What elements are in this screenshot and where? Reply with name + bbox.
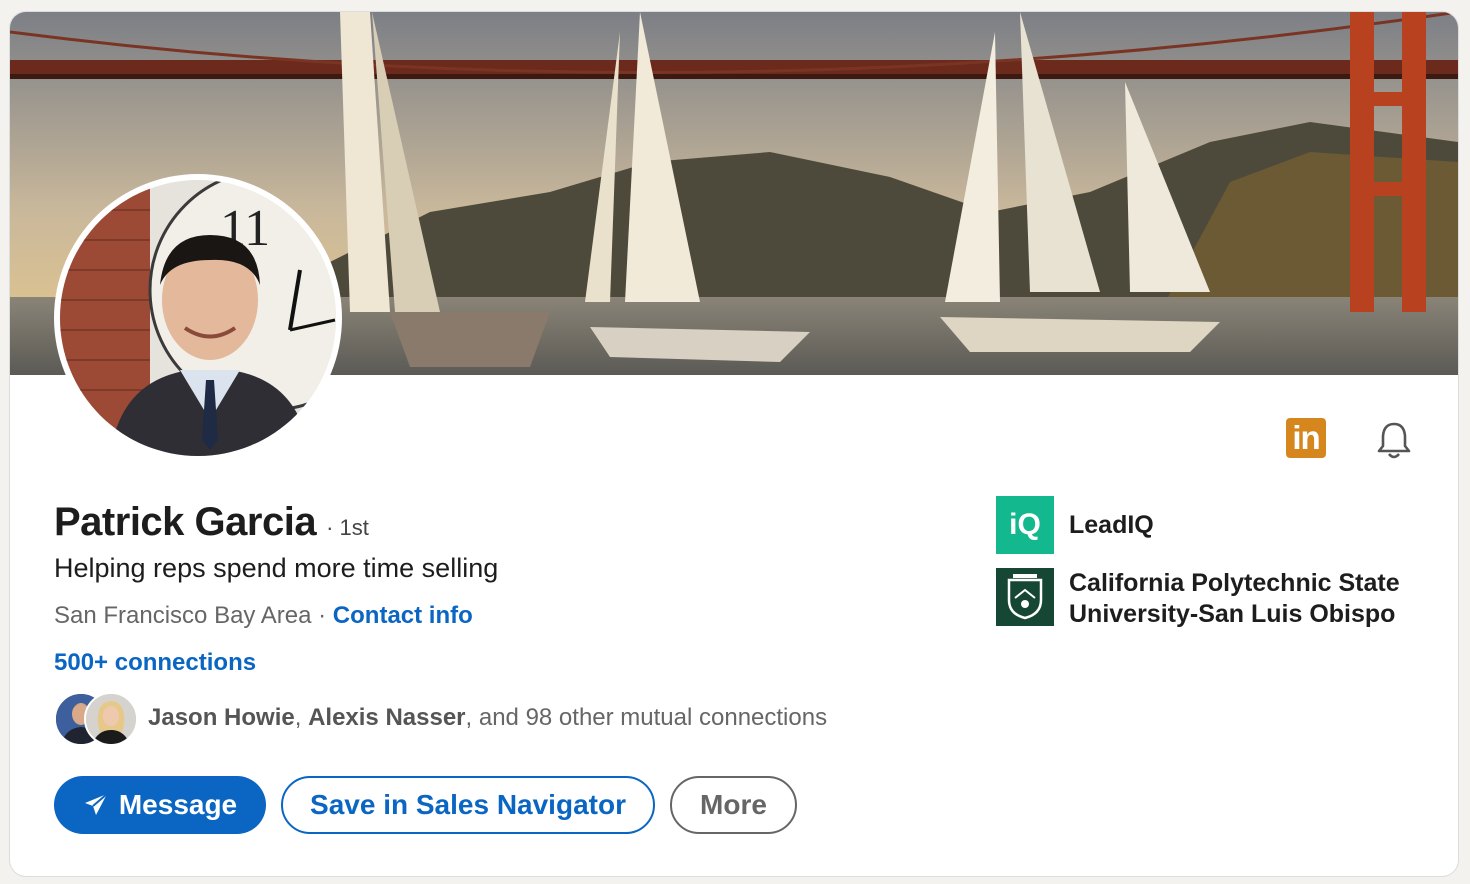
save-in-sales-navigator-button[interactable]: Save in Sales Navigator <box>281 776 655 834</box>
mutual-rest: , and 98 other mutual connections <box>465 704 828 731</box>
profile-headline: Helping reps spend more time selling <box>54 553 499 583</box>
connection-degree: · 1st <box>326 515 369 540</box>
location-row: San Francisco Bay Area · Contact info <box>54 602 473 630</box>
paper-plane-icon <box>84 793 108 815</box>
mutual-connections[interactable]: Jason Howie, Alexis Nasser, and 98 other… <box>54 692 827 746</box>
leadiq-logo: iQ <box>996 496 1054 554</box>
profile-name: Patrick Garcia <box>54 500 317 544</box>
mutual-comma: , <box>294 704 309 731</box>
mutual-connections-text: Jason Howie, Alexis Nasser, and 98 other… <box>148 704 827 732</box>
connections-link[interactable]: 500+ connections <box>54 649 256 677</box>
avatar <box>84 692 138 746</box>
current-company[interactable]: iQ LeadIQ <box>996 496 1414 554</box>
bell-icon[interactable] <box>1374 420 1414 460</box>
profile-card: 11 in Patrick Garcia · 1st Helping reps … <box>10 12 1458 876</box>
profile-location: San Francisco Bay Area <box>54 602 312 629</box>
profile-organizations: iQ LeadIQ California Polytechnic State U… <box>996 496 1414 644</box>
contact-info-link[interactable]: Contact info <box>333 602 473 629</box>
linkedin-icon[interactable]: in <box>1286 418 1326 458</box>
mutual-name-1: Jason Howie <box>148 704 295 731</box>
profile-photo[interactable]: 11 <box>54 174 342 462</box>
message-button[interactable]: Message <box>54 776 266 834</box>
school-name[interactable]: California Polytechnic State University-… <box>1069 568 1414 630</box>
more-button[interactable]: More <box>670 776 797 834</box>
company-name[interactable]: LeadIQ <box>1069 496 1154 554</box>
mutual-name-2: Alexis Nasser <box>308 704 466 731</box>
mutual-avatars <box>54 692 138 746</box>
separator: · <box>311 602 333 629</box>
name-row: Patrick Garcia · 1st <box>54 500 369 545</box>
cal-poly-logo <box>996 568 1054 626</box>
message-button-label: Message <box>118 789 238 820</box>
profile-actions: Message Save in Sales Navigator More <box>54 776 797 834</box>
education[interactable]: California Polytechnic State University-… <box>996 568 1414 630</box>
